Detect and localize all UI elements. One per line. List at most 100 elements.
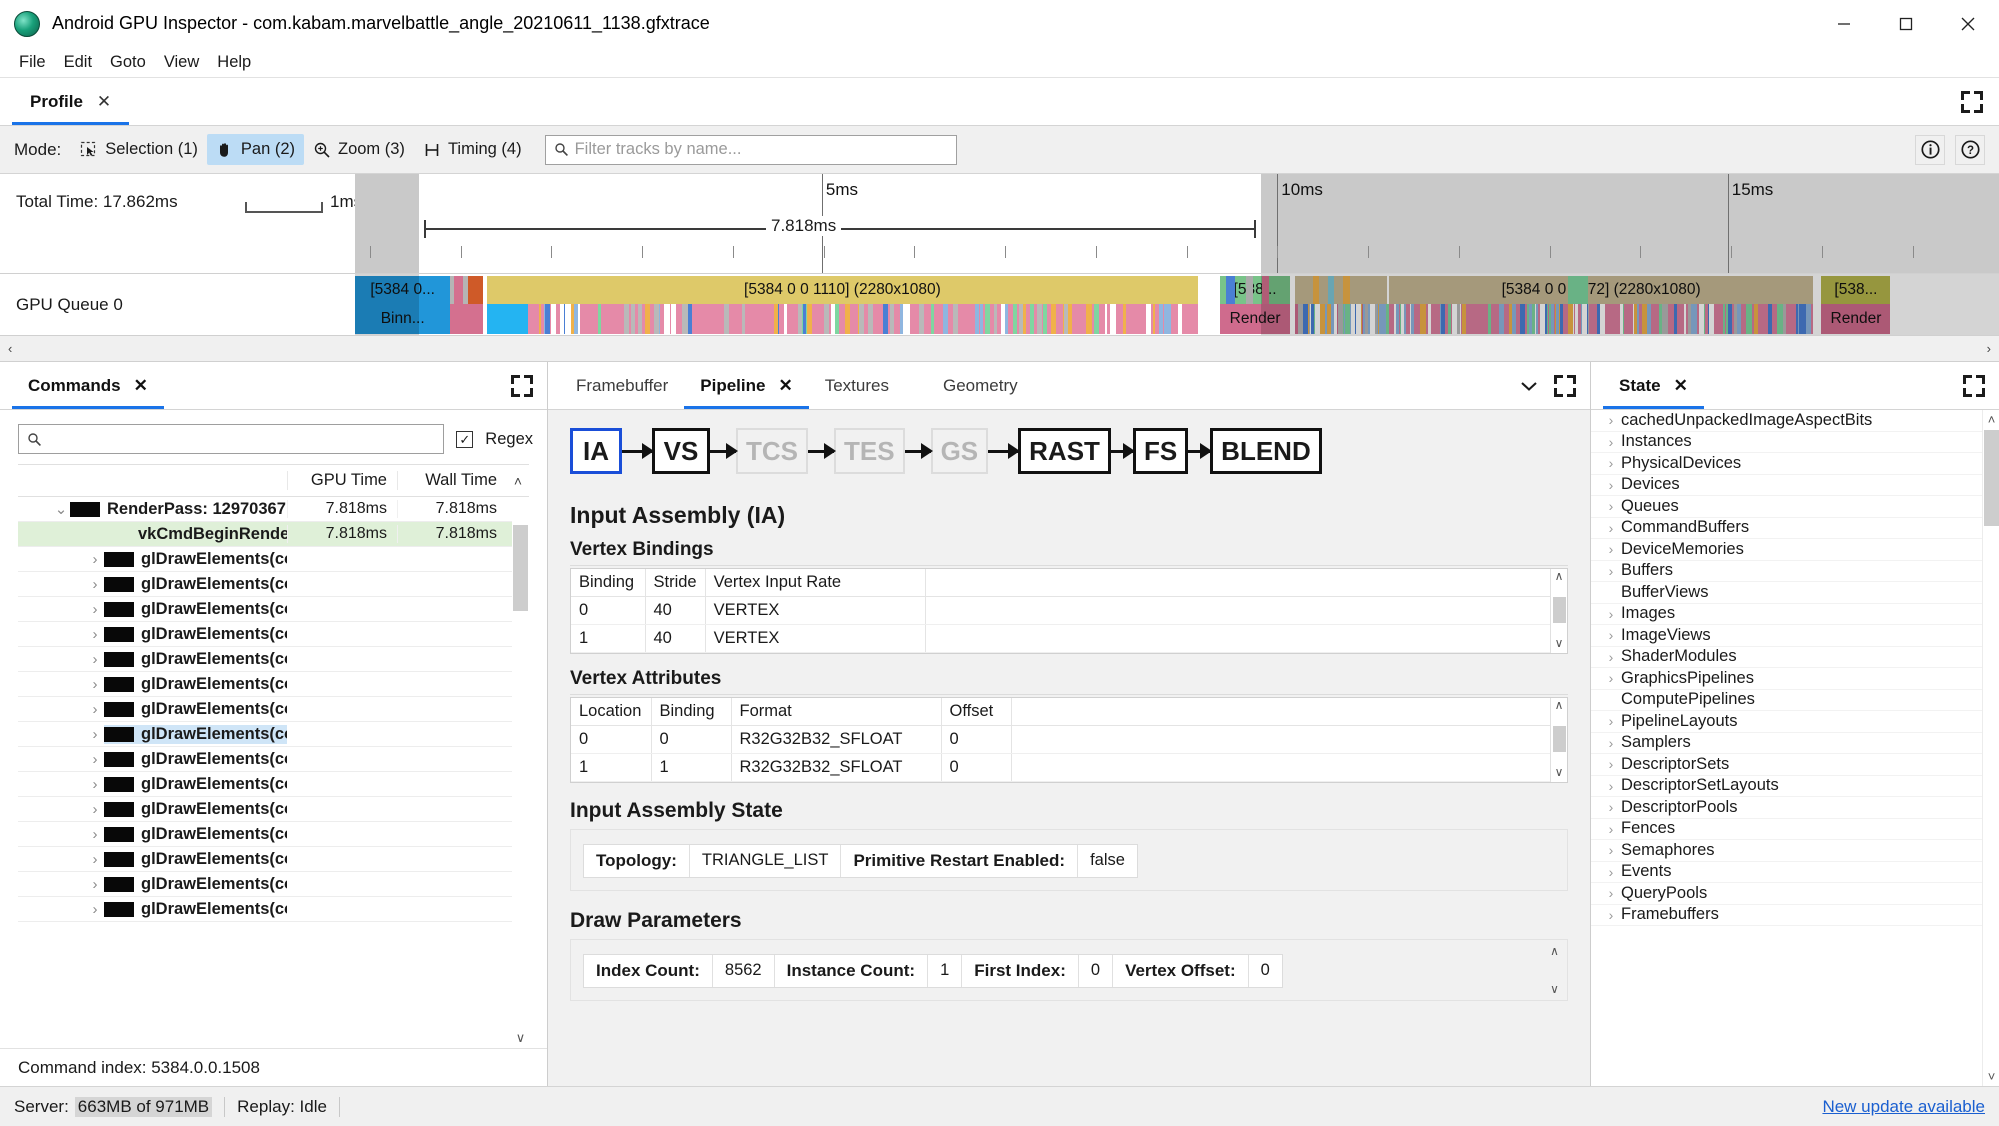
mode-zoom-button[interactable]: Zoom (3) (304, 134, 414, 165)
gpu-queue-segment[interactable]: [5384 0 0 4672] (2280x1080) (1389, 276, 1813, 304)
pipeline-stage-tcs[interactable]: TCS (736, 428, 808, 474)
chevron-right-icon[interactable]: › (86, 551, 104, 568)
scroll-down-icon[interactable]: ∨ (1555, 765, 1564, 779)
timeline-ruler[interactable]: Total Time: 17.862ms 1ms 5ms 10ms 15ms 7.81… (0, 174, 1999, 274)
state-row-list[interactable]: › cachedUnpackedImageAspectBits › Instances… (1591, 410, 1999, 926)
state-tree-item[interactable]: › Queues (1591, 496, 1999, 518)
state-tree-item[interactable]: › Devices (1591, 475, 1999, 497)
chevron-right-icon[interactable]: › (1601, 864, 1621, 880)
scroll-left-icon[interactable]: ‹ (8, 341, 12, 356)
timeline-axis[interactable]: 5ms 10ms 15ms 7.818ms (355, 174, 1999, 273)
chevron-right-icon[interactable]: › (1601, 563, 1621, 579)
chevron-right-icon[interactable]: › (1601, 477, 1621, 493)
column-header[interactable]: Stride (645, 569, 705, 597)
table-row[interactable]: › glDrawElements(co (18, 872, 529, 897)
pipeline-stage-ia[interactable]: IA (570, 428, 622, 474)
column-header[interactable]: Binding (651, 698, 731, 726)
table-row[interactable]: 1 40 VERTEX (571, 625, 1567, 653)
table-row[interactable]: › glDrawElements(co (18, 572, 529, 597)
gpu-queue-segment[interactable]: Render (1220, 304, 1291, 334)
chevron-right-icon[interactable]: › (86, 676, 104, 693)
chevron-right-icon[interactable]: › (1601, 649, 1621, 665)
tab-state[interactable]: State ✕ (1603, 362, 1704, 409)
state-tree-item[interactable]: › GraphicsPipelines (1591, 668, 1999, 690)
chevron-right-icon[interactable]: › (1601, 606, 1621, 622)
expand-panel-icon[interactable] (1554, 375, 1576, 397)
chevron-right-icon[interactable]: › (1601, 412, 1621, 428)
help-circle-icon[interactable]: ? (1955, 135, 1985, 165)
chevron-right-icon[interactable]: › (1601, 756, 1621, 772)
state-tree-item[interactable]: BufferViews (1591, 582, 1999, 604)
mode-timing-button[interactable]: Timing (4) (414, 134, 531, 165)
gpu-queue-segment[interactable] (450, 304, 483, 334)
gpu-queue-segment[interactable] (1295, 276, 1387, 304)
table-row[interactable]: 0 40 VERTEX (571, 597, 1567, 625)
chevron-right-icon[interactable]: › (86, 651, 104, 668)
chevron-right-icon[interactable]: › (1601, 541, 1621, 557)
tab-geometry[interactable]: Geometry (905, 362, 1034, 409)
table-row[interactable]: › glDrawElements(co (18, 722, 529, 747)
column-header[interactable] (925, 569, 1566, 597)
chevron-right-icon[interactable]: › (1601, 821, 1621, 837)
column-header[interactable]: Location (571, 698, 651, 726)
gpu-queue-segment[interactable]: Binn... (355, 304, 450, 334)
table-row[interactable]: 1 1 R32G32B32_SFLOAT 0 (571, 754, 1567, 782)
state-tree-item[interactable]: › DescriptorPools (1591, 797, 1999, 819)
chevron-right-icon[interactable]: › (1601, 907, 1621, 923)
table-row[interactable]: › glDrawElements(co (18, 547, 529, 572)
timeline-horizontal-scrollbar[interactable]: ‹ › (0, 336, 1999, 362)
chevron-right-icon[interactable]: › (1601, 670, 1621, 686)
close-icon[interactable]: ✕ (134, 376, 148, 396)
chevron-right-icon[interactable]: › (1601, 498, 1621, 514)
tab-textures[interactable]: Textures (809, 362, 905, 409)
close-icon[interactable]: ✕ (1674, 376, 1688, 396)
pipeline-stage-fs[interactable]: FS (1133, 428, 1188, 474)
state-tree-item[interactable]: › Fences (1591, 819, 1999, 841)
table-row[interactable]: vkCmdBeginRenderPass7.818ms7.818ms (18, 522, 529, 547)
table-row[interactable]: › glDrawElements(co (18, 847, 529, 872)
chevron-right-icon[interactable]: › (1601, 713, 1621, 729)
gpu-queue-segment[interactable]: [538... (1821, 276, 1890, 304)
scroll-thumb[interactable] (1553, 597, 1566, 623)
mode-selection-button[interactable]: Selection (1) (71, 134, 207, 165)
state-tree[interactable]: › cachedUnpackedImageAspectBits › Instances… (1591, 410, 1999, 1086)
tab-framebuffer[interactable]: Framebuffer (560, 362, 684, 409)
tab-commands[interactable]: Commands ✕ (12, 362, 164, 409)
table-row[interactable]: › glDrawElements(co (18, 622, 529, 647)
menu-file[interactable]: File (10, 51, 55, 74)
state-tree-item[interactable]: › PhysicalDevices (1591, 453, 1999, 475)
chevron-right-icon[interactable]: › (86, 851, 104, 868)
table-row[interactable]: › glDrawElements(co (18, 822, 529, 847)
state-tree-item[interactable]: › Instances (1591, 432, 1999, 454)
chevron-right-icon[interactable]: › (86, 776, 104, 793)
close-button[interactable] (1937, 0, 1999, 48)
table-row[interactable]: › glDrawElements(co (18, 772, 529, 797)
gpu-queue-segments[interactable]: [5384 0... [5384 0 0 1110] (2280x1080) [53… (355, 274, 1999, 335)
column-header[interactable]: Format (731, 698, 941, 726)
column-header[interactable] (1011, 698, 1567, 726)
column-header[interactable]: Vertex Input Rate (705, 569, 925, 597)
table-row[interactable]: › glDrawElements(co (18, 597, 529, 622)
scroll-up-icon[interactable]: ˄ (1983, 412, 1999, 427)
table-row[interactable]: › glDrawElements(co (18, 647, 529, 672)
state-tree-item[interactable]: › Samplers (1591, 733, 1999, 755)
state-tree-item[interactable]: › DescriptorSetLayouts (1591, 776, 1999, 798)
chevron-down-icon[interactable] (1518, 379, 1540, 393)
column-wall-time[interactable]: Wall Time (397, 471, 507, 490)
pipeline-stage-vs[interactable]: VS (652, 428, 710, 474)
chevron-right-icon[interactable]: › (1601, 434, 1621, 450)
chevron-right-icon[interactable]: › (86, 726, 104, 743)
pipeline-stage-tes[interactable]: TES (834, 428, 905, 474)
chevron-down-icon[interactable]: ⌄ (52, 500, 70, 518)
scroll-up-icon[interactable]: ∧ (1555, 569, 1564, 583)
scroll-up-icon[interactable]: ∧ (1555, 698, 1564, 712)
state-tree-item[interactable]: › Events (1591, 862, 1999, 884)
expand-panel-icon[interactable] (1963, 375, 1985, 397)
menu-edit[interactable]: Edit (55, 51, 101, 74)
state-tree-item[interactable]: › Semaphores (1591, 840, 1999, 862)
vertex-bindings-scrollbar[interactable]: ∧ ∨ (1550, 569, 1567, 653)
table-row[interactable]: 0 0 R32G32B32_SFLOAT 0 (571, 726, 1567, 754)
table-row[interactable]: ⌄ RenderPass: 12970367 7.818ms 7.818ms (18, 497, 529, 522)
vertex-attributes-table[interactable]: Location Binding Format Offset 0 0 R32G32B32_S… (570, 697, 1568, 783)
scroll-track[interactable] (22, 345, 1976, 353)
